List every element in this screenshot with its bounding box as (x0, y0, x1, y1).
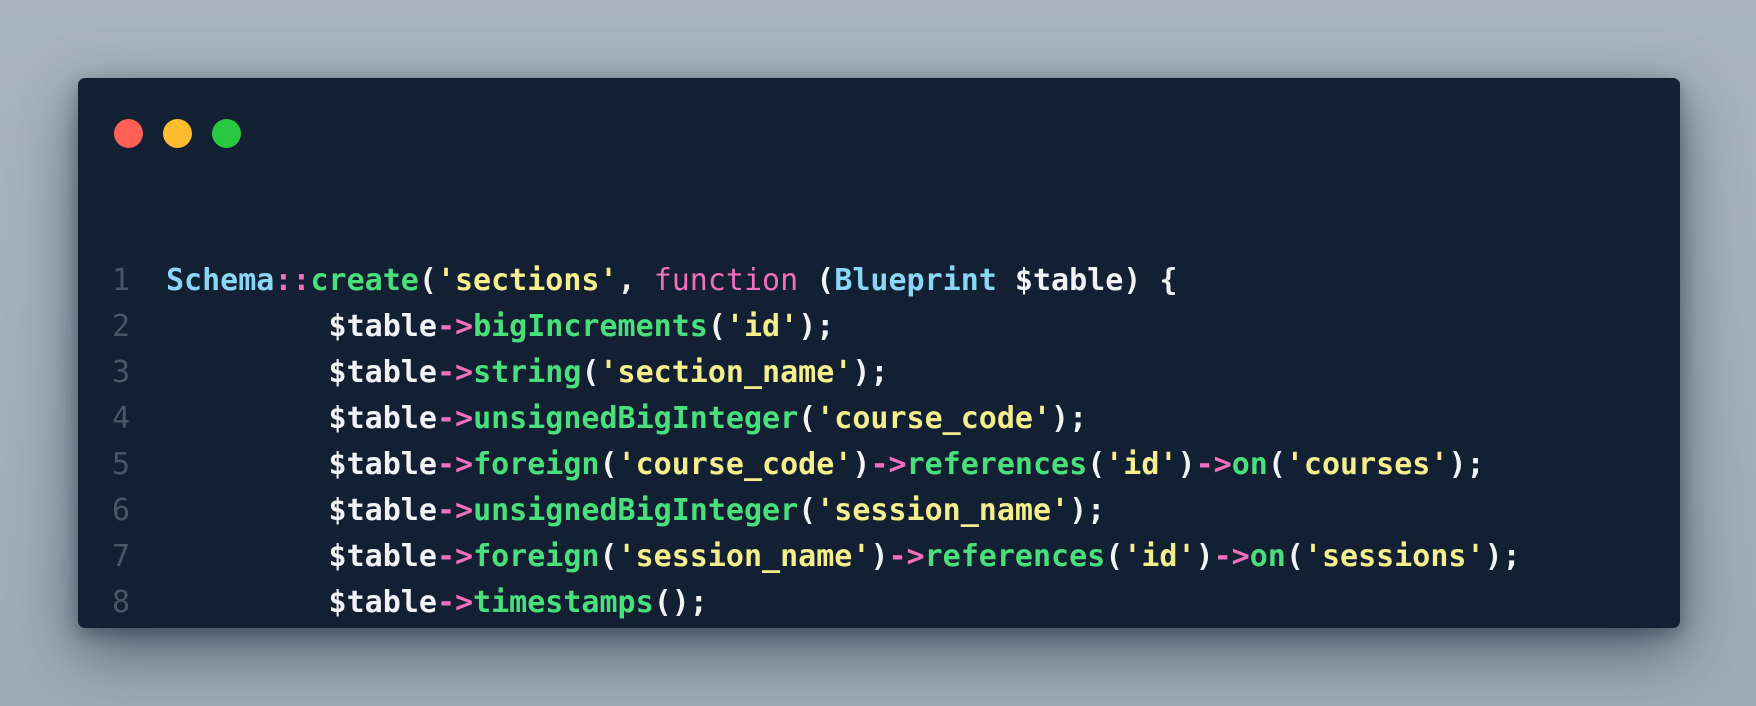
string-token: 'sessions' (1303, 539, 1485, 574)
class-name-token: Schema (166, 263, 275, 298)
keyword-token: function (653, 263, 799, 298)
function-token: on (1231, 447, 1268, 482)
variable-token: $table (166, 355, 437, 390)
line-number: 6 (112, 493, 131, 528)
operator-token: -> (1195, 447, 1232, 482)
line-source: $table->foreign('course_code')->referenc… (166, 442, 1485, 488)
code-window: 1 Schema::create('sections', function (Bl… (78, 78, 1680, 628)
string-token: 'section_name' (599, 355, 853, 390)
variable-token: $table (166, 401, 437, 436)
function-token: timestamps (473, 585, 654, 620)
string-token: 'id' (1105, 447, 1178, 482)
line-number: 9 (112, 626, 152, 628)
punctuation-token: ) (1195, 539, 1214, 574)
function-token: foreign (473, 447, 600, 482)
punctuation-token: ( (599, 539, 618, 574)
zoom-button[interactable] (212, 119, 241, 148)
punctuation-token: ( (798, 493, 817, 528)
variable-token: $table (166, 447, 437, 482)
punctuation-token: ( (1105, 539, 1124, 574)
string-token: 'session_name' (816, 493, 1070, 528)
string-token: 'course_code' (617, 447, 853, 482)
operator-token: -> (1213, 539, 1250, 574)
line-source: $table->unsignedBigInteger('session_name… (166, 488, 1106, 534)
line-number: 1 (112, 263, 131, 298)
punctuation-token: ); (1448, 447, 1485, 482)
variable-token: $table (166, 493, 437, 528)
line-source: }); (166, 626, 329, 628)
string-token: 'course_code' (816, 401, 1052, 436)
minimize-button[interactable] (163, 119, 192, 148)
variable-token: $table) { (996, 263, 1178, 298)
punctuation-token: ); (1051, 401, 1088, 436)
class-name-token: Blueprint (834, 263, 997, 298)
line-number: 2 (112, 309, 131, 344)
function-token: unsignedBigInteger (473, 401, 799, 436)
string-token: 'session_name' (617, 539, 871, 574)
variable-token: $table (166, 309, 437, 344)
punctuation-token: ( (707, 309, 726, 344)
variable-token: $table (166, 539, 437, 574)
function-token: foreign (473, 539, 600, 574)
line-source: $table->unsignedBigInteger('course_code'… (166, 396, 1088, 442)
function-token: string (473, 355, 582, 390)
string-token: 'id' (725, 309, 799, 344)
operator-token: -> (436, 447, 474, 482)
function-token: on (1249, 539, 1286, 574)
line-number: 7 (112, 539, 131, 574)
function-token: references (924, 539, 1106, 574)
punctuation-token: ( (798, 263, 835, 298)
line-source: $table->timestamps(); (166, 580, 708, 626)
punctuation-token: ) (870, 539, 889, 574)
punctuation-token: ); (852, 355, 889, 390)
punctuation-token: ( (418, 263, 437, 298)
operator-token: -> (436, 355, 474, 390)
line-number: 4 (112, 401, 131, 436)
operator-token: -> (870, 447, 907, 482)
line-number: 5 (112, 447, 131, 482)
line-source: $table->string('section_name'); (166, 350, 889, 396)
string-token: 'sections' (436, 263, 618, 298)
punctuation-token: ); (798, 309, 835, 344)
string-token: 'id' (1123, 539, 1196, 574)
window-controls (114, 119, 241, 148)
operator-token: -> (436, 493, 474, 528)
operator-token: -> (436, 539, 474, 574)
line-source: $table->bigIncrements('id'); (166, 304, 835, 350)
operator-token: -> (888, 539, 925, 574)
punctuation-token: ( (1267, 447, 1286, 482)
punctuation-token: , (617, 263, 654, 298)
function-token: bigIncrements (473, 309, 708, 344)
punctuation-token: ) (1177, 447, 1196, 482)
line-source: $table->foreign('session_name')->referen… (166, 534, 1521, 580)
function-token: create (310, 263, 419, 298)
operator-token: -> (436, 309, 474, 344)
operator-token: -> (436, 401, 474, 436)
punctuation-token: ( (599, 447, 618, 482)
function-token: unsignedBigInteger (473, 493, 799, 528)
punctuation-token: ( (581, 355, 600, 390)
close-button[interactable] (114, 119, 143, 148)
string-token: 'courses' (1285, 447, 1449, 482)
function-token: references (906, 447, 1088, 482)
punctuation-token: (); (653, 585, 708, 620)
variable-token: $table (166, 585, 437, 620)
punctuation-token: ( (1285, 539, 1304, 574)
punctuation-token: ); (1484, 539, 1521, 574)
punctuation-token: ) (852, 447, 871, 482)
line-number: 3 (112, 355, 131, 390)
punctuation-token: ); (1069, 493, 1106, 528)
operator-token: -> (436, 585, 474, 620)
punctuation-token: ( (798, 401, 817, 436)
operator-token: :: (274, 263, 311, 298)
line-number: 8 (112, 585, 131, 620)
line-source: Schema::create('sections', function (Blu… (166, 258, 1178, 304)
punctuation-token: ( (1087, 447, 1106, 482)
